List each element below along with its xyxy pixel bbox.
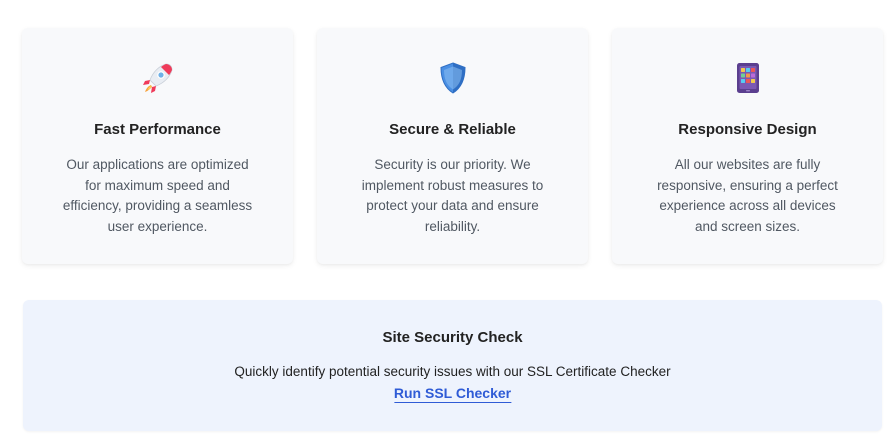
run-ssl-checker-link[interactable]: Run SSL Checker <box>393 385 512 403</box>
site-security-check-panel: Site Security Check Quickly identify pot… <box>23 300 882 431</box>
feature-description: All our websites are fully responsive, e… <box>657 157 838 234</box>
feature-card-security: Secure & Reliable Security is our priori… <box>317 28 588 264</box>
features-section: Fast Performance Our applications are op… <box>22 28 884 264</box>
security-check-title: Site Security Check <box>382 329 523 346</box>
feature-description: Security is our priority. We implement r… <box>361 157 544 234</box>
shield-icon <box>435 60 471 96</box>
feature-card-responsive: Responsive Design All our websites are f… <box>612 28 883 264</box>
feature-title: Secure & Reliable <box>389 121 516 138</box>
rocket-icon <box>140 60 176 96</box>
feature-title: Fast Performance <box>94 121 221 138</box>
feature-title: Responsive Design <box>678 121 817 138</box>
security-check-description: Quickly identify potential security issu… <box>234 364 671 379</box>
feature-card-performance: Fast Performance Our applications are op… <box>22 28 293 264</box>
tablet-icon <box>730 60 766 96</box>
feature-description: Our applications are optimized for maxim… <box>62 157 253 234</box>
